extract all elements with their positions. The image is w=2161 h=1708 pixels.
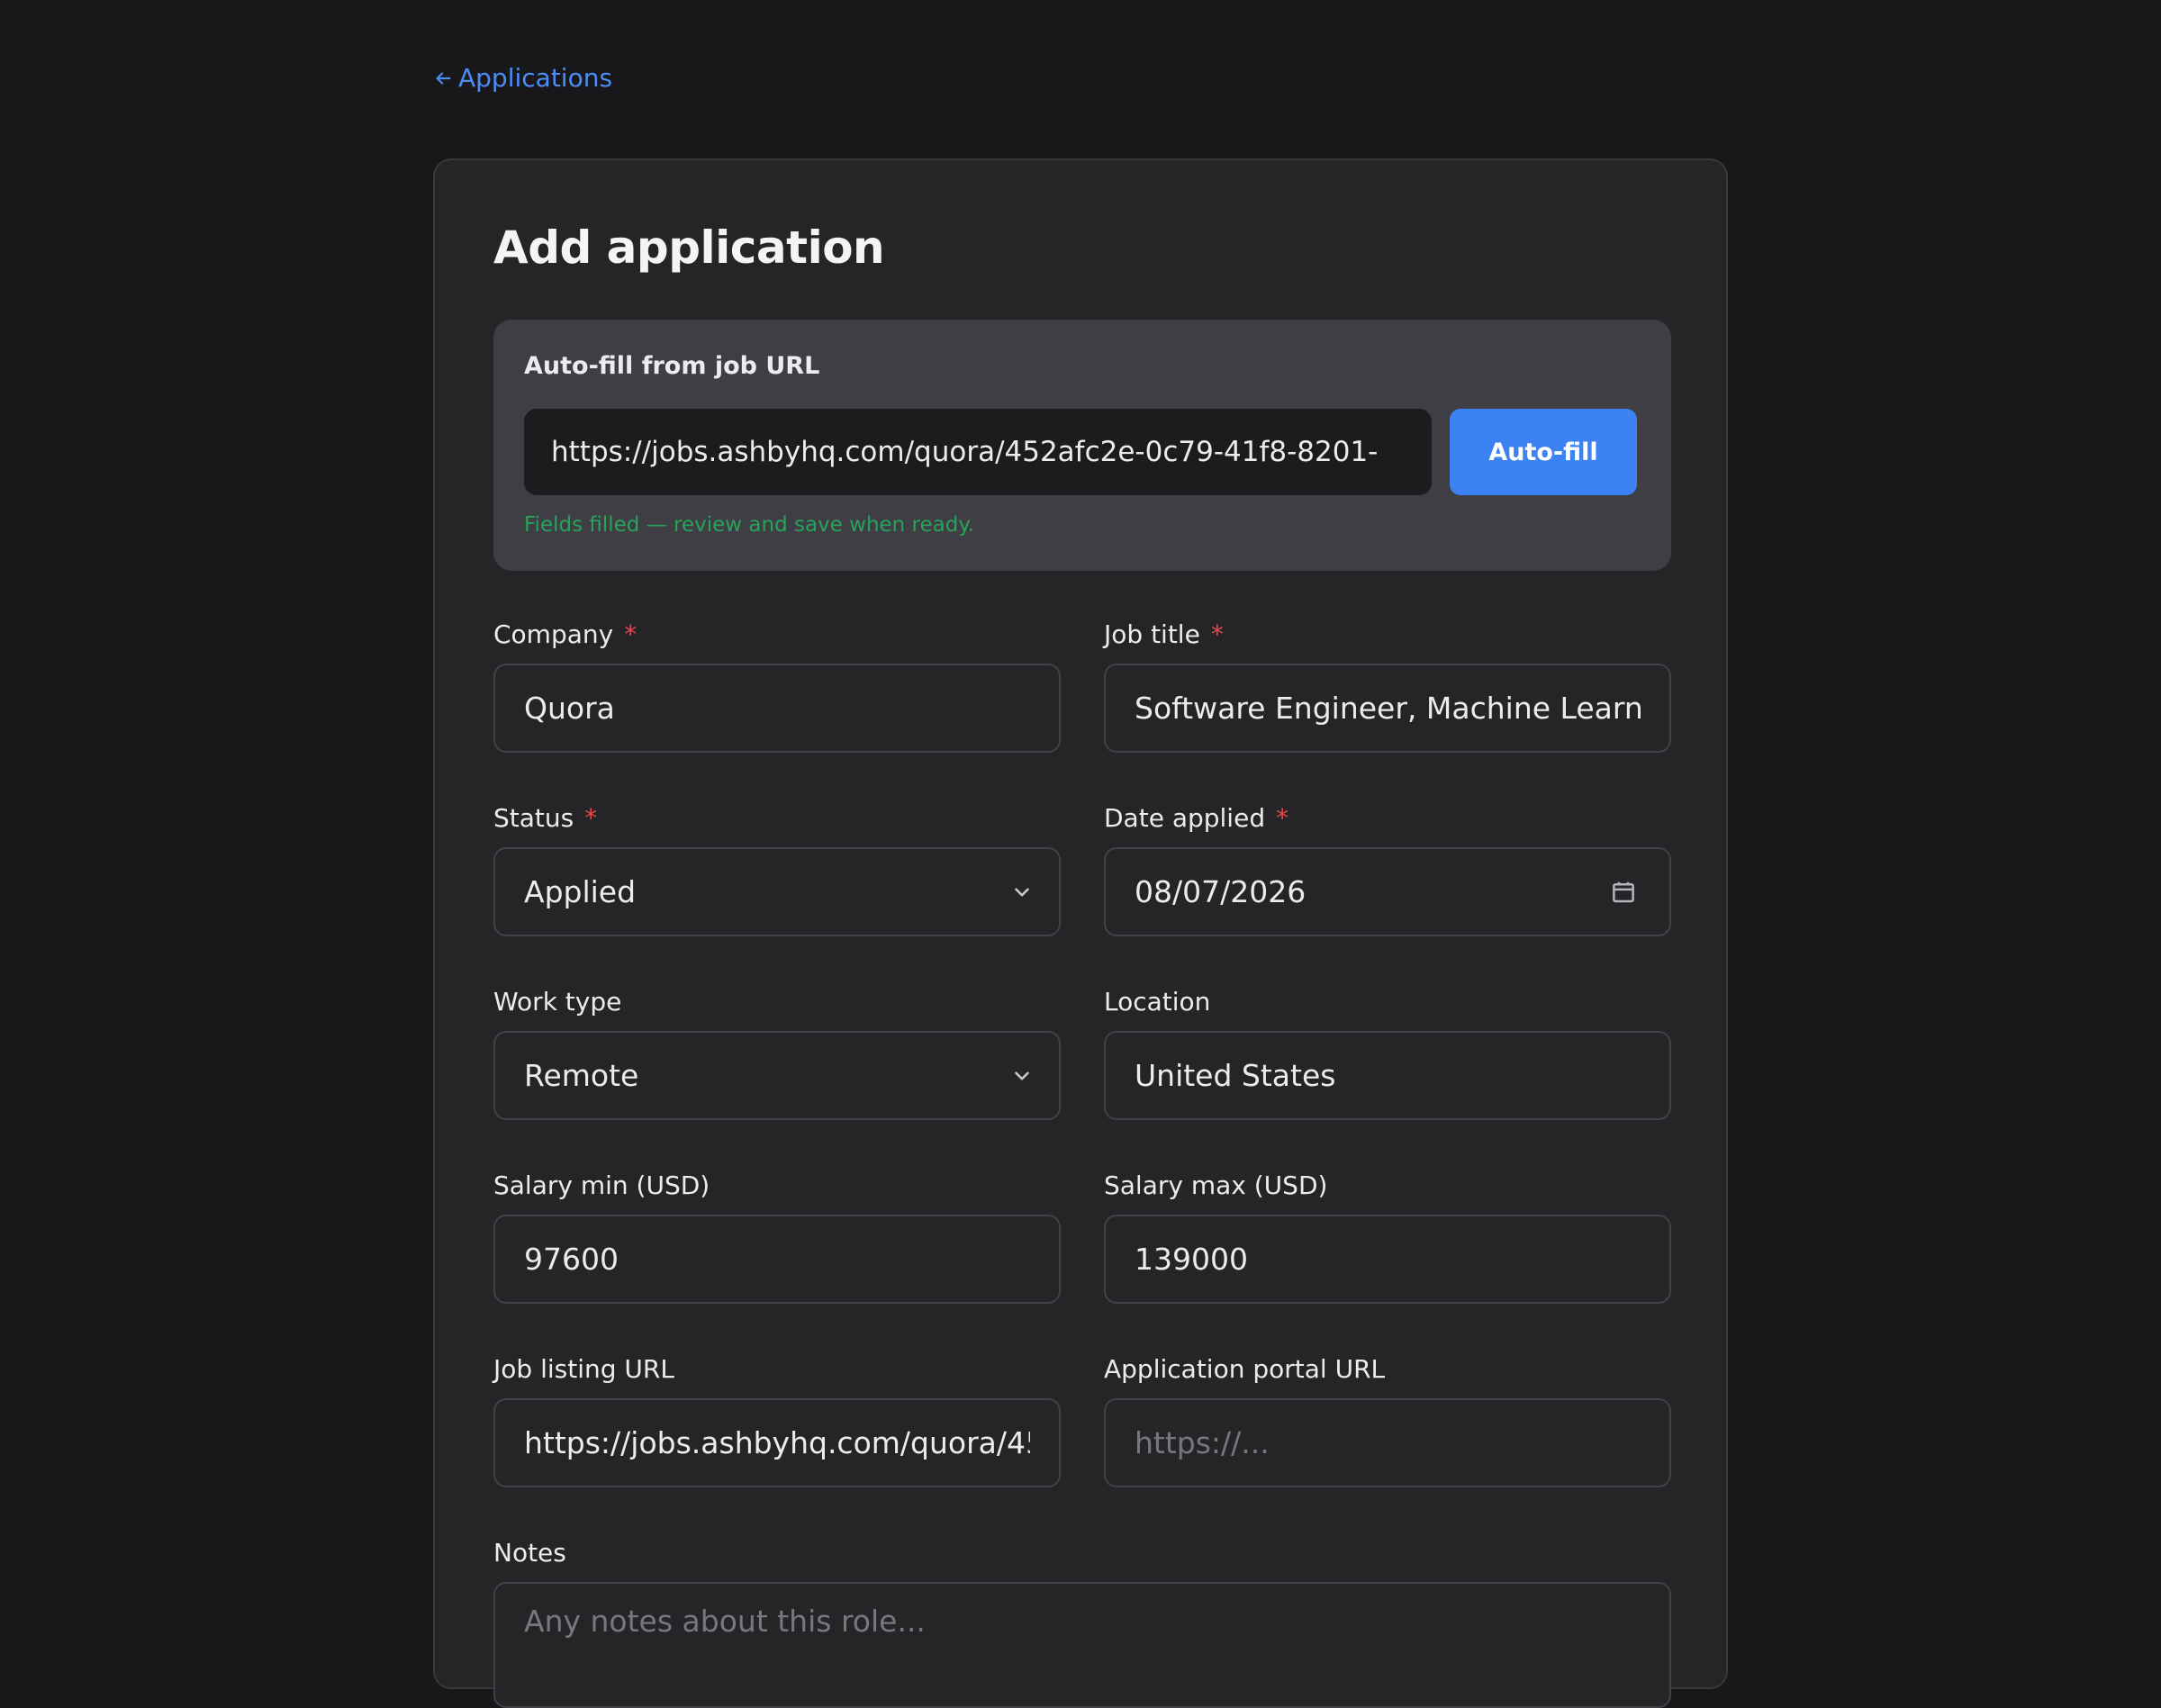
autofill-button[interactable]: Auto-fill: [1450, 409, 1637, 495]
page-title: Add application: [493, 221, 885, 274]
salary-min-field: Salary min (USD): [493, 1169, 1061, 1304]
arrow-left-icon: [436, 71, 451, 85]
company-field: Company *: [493, 618, 1061, 753]
salary-max-input[interactable]: [1106, 1216, 1669, 1302]
location-label-text: Location: [1104, 986, 1211, 1017]
date-applied-label: Date applied *: [1104, 801, 1671, 834]
job-title-input[interactable]: [1106, 665, 1669, 751]
portal-url-input-wrapper: [1104, 1398, 1671, 1487]
salary-max-field: Salary max (USD): [1104, 1169, 1671, 1304]
date-applied-label-text: Date applied: [1104, 802, 1266, 833]
notes-field: Notes Any notes about this role...: [493, 1536, 1671, 1708]
salary-max-label: Salary max (USD): [1104, 1169, 1671, 1201]
job-listing-url-field: Job listing URL: [493, 1352, 1061, 1487]
back-to-applications-link[interactable]: Applications: [433, 63, 612, 93]
work-type-selected-value: Remote: [524, 1058, 639, 1093]
job-title-label-text: Job title: [1104, 619, 1200, 649]
autofill-url-input[interactable]: [524, 409, 1432, 495]
notes-label: Notes: [493, 1536, 1671, 1568]
add-application-card: Add application Auto-fill from job URL A…: [433, 158, 1728, 1708]
date-applied-input[interactable]: [1106, 849, 1669, 935]
required-marker: *: [1276, 802, 1289, 833]
calendar-icon[interactable]: [1610, 879, 1637, 906]
company-label-text: Company: [493, 619, 614, 649]
back-link-label: Applications: [458, 63, 613, 93]
salary-min-label-text: Salary min (USD): [493, 1170, 710, 1200]
work-type-label-text: Work type: [493, 986, 622, 1017]
salary-min-input[interactable]: [495, 1216, 1059, 1302]
autofill-label: Auto-fill from job URL: [524, 352, 820, 380]
status-select[interactable]: Applied: [493, 847, 1061, 936]
date-applied-input-wrapper: [1104, 847, 1671, 936]
portal-url-label: Application portal URL: [1104, 1352, 1671, 1385]
work-type-label: Work type: [493, 985, 1061, 1017]
job-listing-url-label-text: Job listing URL: [493, 1353, 674, 1384]
required-marker: *: [1210, 619, 1224, 649]
status-label-text: Status: [493, 802, 574, 833]
job-title-field: Job title *: [1104, 618, 1671, 753]
required-marker: *: [624, 619, 637, 649]
work-type-field: Work type Remote: [493, 985, 1061, 1120]
location-field: Location: [1104, 985, 1671, 1120]
location-input[interactable]: [1106, 1033, 1669, 1118]
salary-max-input-wrapper: [1104, 1215, 1671, 1304]
autofill-panel: Auto-fill from job URL Auto-fill Fields …: [493, 320, 1671, 571]
chevron-down-icon: [1015, 887, 1029, 897]
required-marker: *: [584, 802, 598, 833]
job-listing-url-label: Job listing URL: [493, 1352, 1061, 1385]
status-label: Status *: [493, 801, 1061, 834]
notes-textarea[interactable]: Any notes about this role...: [493, 1582, 1671, 1708]
chevron-down-icon: [1015, 1071, 1029, 1080]
work-type-select[interactable]: Remote: [493, 1031, 1061, 1120]
salary-min-input-wrapper: [493, 1215, 1061, 1304]
salary-min-label: Salary min (USD): [493, 1169, 1061, 1201]
company-label: Company *: [493, 618, 1061, 650]
portal-url-label-text: Application portal URL: [1104, 1353, 1386, 1384]
status-selected-value: Applied: [524, 874, 637, 909]
company-input[interactable]: [495, 665, 1059, 751]
company-input-wrapper: [493, 664, 1061, 753]
job-title-input-wrapper: [1104, 664, 1671, 753]
location-label: Location: [1104, 985, 1671, 1017]
date-applied-field: Date applied *: [1104, 801, 1671, 936]
notes-label-text: Notes: [493, 1537, 566, 1568]
job-listing-url-input-wrapper: [493, 1398, 1061, 1487]
status-field: Status * Applied: [493, 801, 1061, 936]
portal-url-field: Application portal URL: [1104, 1352, 1671, 1487]
portal-url-input[interactable]: [1106, 1400, 1669, 1486]
location-input-wrapper: [1104, 1031, 1671, 1120]
job-title-label: Job title *: [1104, 618, 1671, 650]
salary-max-label-text: Salary max (USD): [1104, 1170, 1328, 1200]
job-listing-url-input[interactable]: [495, 1400, 1059, 1486]
notes-placeholder: Any notes about this role...: [524, 1604, 926, 1639]
autofill-status-message: Fields filled — review and save when rea…: [524, 513, 974, 537]
